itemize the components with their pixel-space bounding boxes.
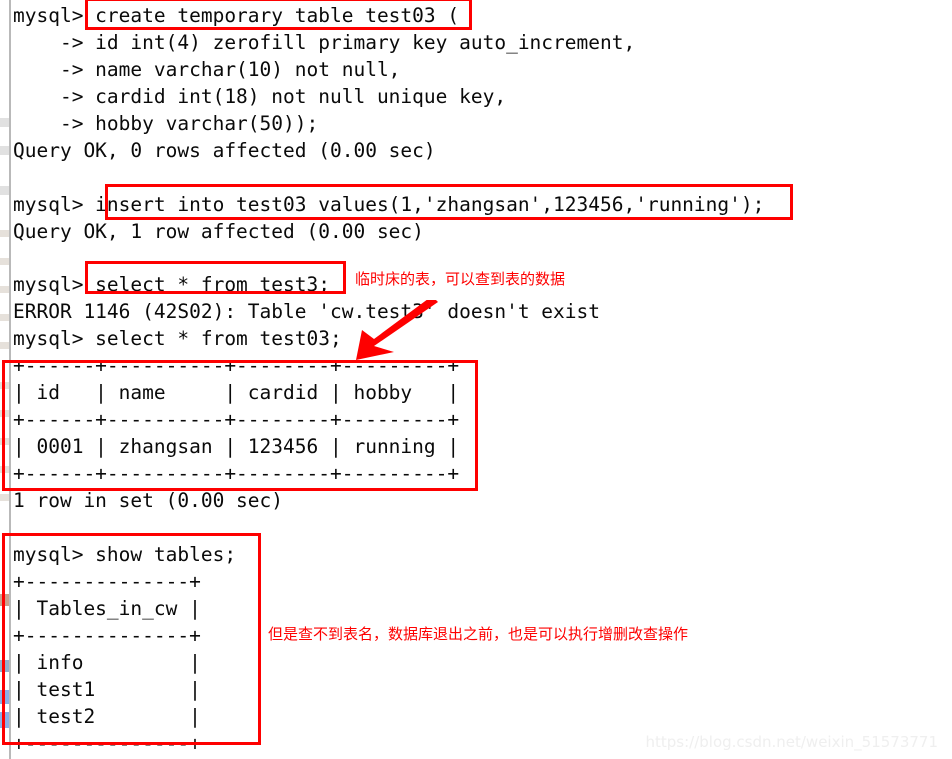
edge-artifact [0, 314, 9, 321]
terminal-line: | id | name | cardid | hobby | [13, 381, 460, 404]
mysql-terminal-output: mysql> create temporary table test03 ( -… [13, 0, 952, 759]
terminal-line: mysql> show tables; [13, 543, 237, 566]
terminal-line: | info | [13, 651, 201, 674]
terminal-line: +--------------+ [13, 732, 201, 755]
terminal-line: mysql> select * from test3; [13, 273, 330, 296]
terminal-left-border [9, 0, 11, 759]
edge-artifact [0, 342, 9, 349]
site-watermark: https://blog.csdn.net/weixin_51573771 [645, 733, 938, 751]
terminal-line: Query OK, 1 row affected (0.00 sec) [13, 220, 424, 243]
edge-artifact [0, 118, 9, 127]
annotation-note-temp-table-readable: 临时床的表，可以查到表的数据 [355, 270, 566, 288]
edge-artifact [0, 410, 9, 417]
edge-artifact [0, 146, 9, 155]
edge-artifact [0, 382, 9, 389]
terminal-line: | test2 | [13, 705, 201, 728]
terminal-line: | 0001 | zhangsan | 123456 | running | [13, 435, 460, 458]
annotation-note-table-name-hidden: 但是查不到表名，数据库退出之前，也是可以执行增删改查操作 [268, 625, 689, 643]
edge-artifact [0, 712, 9, 728]
terminal-line: -> name varchar(10) not null, [13, 58, 401, 81]
edge-artifact [0, 660, 9, 672]
terminal-line: -> cardid int(18) not null unique key, [13, 85, 507, 108]
edge-artifact [0, 690, 9, 704]
edge-artifact [0, 230, 9, 237]
terminal-line: +--------------+ [13, 570, 201, 593]
terminal-line: | test1 | [13, 678, 201, 701]
edge-artifact [0, 466, 9, 473]
edge-artifact [0, 286, 9, 293]
edge-artifact [0, 186, 9, 195]
edge-artifact [0, 494, 9, 501]
edge-artifact [0, 258, 9, 265]
terminal-line: ERROR 1146 (42S02): Table 'cw.test3' doe… [13, 300, 600, 323]
terminal-line: +------+----------+--------+---------+ [13, 408, 460, 431]
terminal-line: Query OK, 0 rows affected (0.00 sec) [13, 139, 436, 162]
terminal-line: +------+----------+--------+---------+ [13, 354, 460, 377]
terminal-line: mysql> create temporary table test03 ( [13, 4, 460, 27]
edge-artifact [0, 594, 9, 606]
terminal-line: mysql> insert into test03 values(1,'zhan… [13, 193, 765, 216]
terminal-line: | Tables_in_cw | [13, 597, 201, 620]
terminal-line: -> hobby varchar(50)); [13, 112, 319, 135]
terminal-line: +--------------+ [13, 624, 201, 647]
left-edge-artifact-strip [0, 0, 9, 759]
terminal-line: +------+----------+--------+---------+ [13, 462, 460, 485]
terminal-line: 1 row in set (0.00 sec) [13, 489, 284, 512]
terminal-line: mysql> select * from test03; [13, 327, 342, 350]
terminal-line: -> id int(4) zerofill primary key auto_i… [13, 31, 636, 54]
edge-artifact [0, 438, 9, 445]
